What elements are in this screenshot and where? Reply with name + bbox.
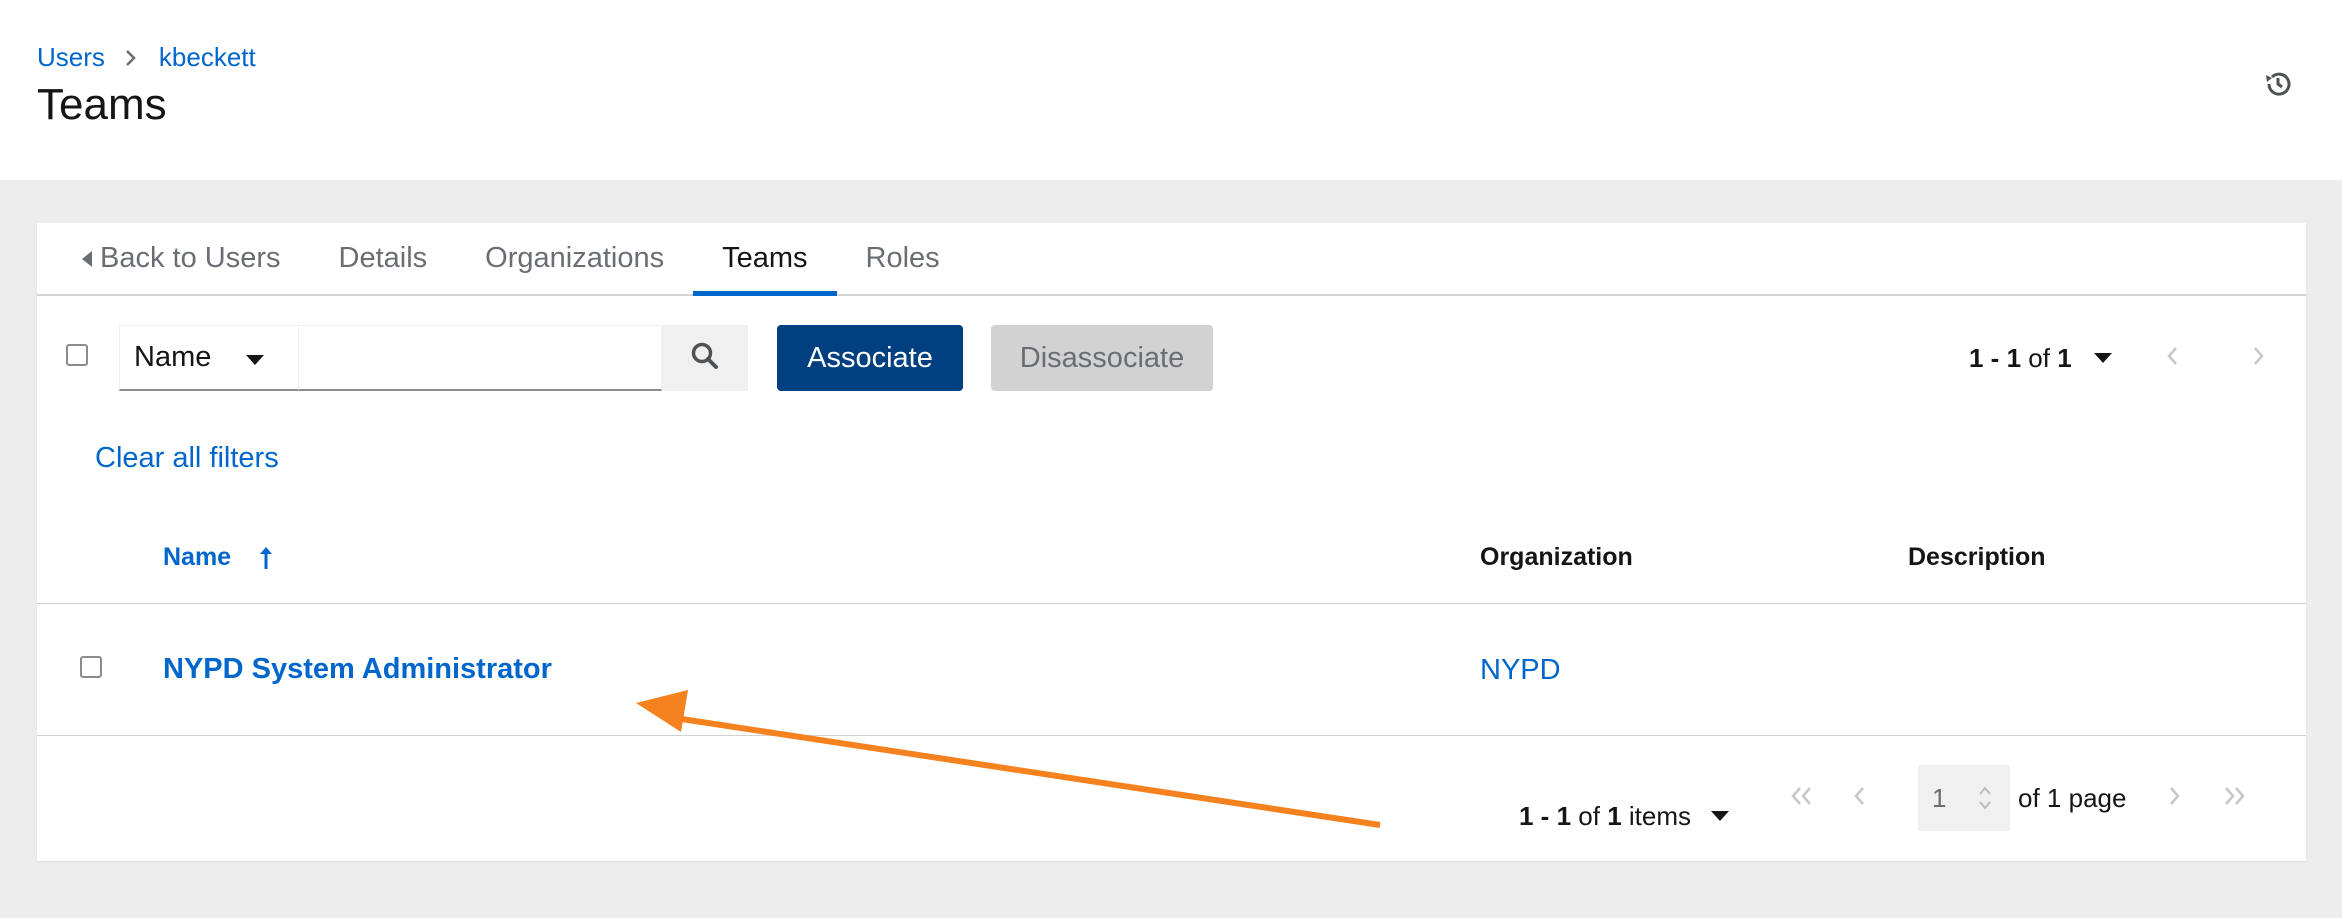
next-page-button[interactable] [2160, 783, 2190, 813]
tab-bar: Back to Users Details Organizations Team… [37, 223, 2306, 296]
breadcrumb-user-link[interactable]: kbeckett [159, 42, 256, 73]
total-pages-label: of 1 page [2018, 783, 2126, 814]
top-prev-page-button[interactable] [2157, 343, 2187, 373]
tab-label: Organizations [485, 242, 665, 274]
angle-left-icon [1852, 785, 1866, 812]
tab-details[interactable]: Details [310, 223, 457, 294]
top-pagination-toggle[interactable]: 1 - 1 of 1 [1969, 325, 2112, 391]
clear-all-filters-link[interactable]: Clear all filters [95, 442, 279, 475]
filter-type-label: Name [134, 341, 212, 373]
total-pages: 1 [2046, 783, 2062, 813]
pager-items: items [1628, 800, 1692, 831]
tab-label: Back to Users [100, 242, 281, 274]
bottom-pagination-toggle[interactable]: 1 - 1 of 1 items [1519, 783, 1730, 849]
angle-right-icon [2168, 785, 2182, 812]
tab-teams[interactable]: Teams [693, 223, 837, 296]
tab-label: Teams [722, 242, 808, 274]
prev-page-button[interactable] [1844, 783, 1874, 813]
last-page-button[interactable] [2219, 783, 2249, 813]
team-organization-link[interactable]: NYPD [1480, 654, 1561, 687]
toolbar: Name Associate Disassociate 1 - 1 of 1 [37, 323, 2306, 391]
page-number-value: 1 [1932, 782, 1947, 813]
page-number-input[interactable]: 1 [1918, 765, 2010, 831]
breadcrumb-users-link[interactable]: Users [37, 42, 105, 73]
search-icon [690, 341, 720, 376]
filter-type-select[interactable]: Name [119, 325, 299, 391]
angle-left-icon [2165, 345, 2179, 372]
tab-roles[interactable]: Roles [837, 223, 969, 294]
column-header-name[interactable]: Name [163, 543, 273, 572]
caret-down-icon [246, 355, 264, 365]
breadcrumb: Users kbeckett [37, 42, 256, 73]
angle-double-right-icon [2221, 785, 2247, 812]
page-title: Teams [37, 80, 167, 129]
page-word: page [2068, 783, 2127, 813]
tab-organizations[interactable]: Organizations [456, 223, 693, 294]
angle-double-left-icon [1789, 785, 1815, 812]
of-pages-prefix: of [2018, 783, 2040, 813]
caret-left-icon [82, 250, 92, 267]
long-arrow-up-icon [259, 545, 273, 571]
angle-right-icon [2252, 345, 2266, 372]
disassociate-button: Disassociate [991, 325, 1213, 391]
column-header-label: Name [163, 543, 232, 571]
history-icon [2263, 69, 2293, 104]
column-header-organization: Organization [1480, 543, 1633, 571]
divider [37, 603, 2306, 604]
pager-range: 1 - 1 [1969, 342, 2022, 373]
tab-label: Roles [865, 242, 940, 274]
pager-of: of [2028, 342, 2050, 373]
associate-button[interactable]: Associate [777, 325, 963, 391]
top-next-page-button[interactable] [2244, 343, 2274, 373]
tab-back-to-users[interactable]: Back to Users [72, 223, 310, 294]
first-page-button[interactable] [1787, 783, 1817, 813]
team-name-link[interactable]: NYPD System Administrator [163, 653, 552, 686]
caret-down-icon [1711, 811, 1730, 821]
column-header-description: Description [1908, 543, 2046, 571]
row-select-checkbox[interactable] [80, 656, 102, 678]
spinner-arrows-icon [1978, 785, 1992, 818]
angle-right-icon [125, 49, 137, 67]
tab-label: Details [338, 242, 428, 274]
search-input[interactable] [299, 325, 662, 391]
select-all-checkbox[interactable] [66, 344, 88, 366]
page-header: Users kbeckett Teams [0, 0, 2342, 180]
divider [37, 735, 2306, 736]
search-button[interactable] [662, 325, 748, 391]
pager-range: 1 - 1 [1519, 800, 1572, 831]
history-button[interactable] [2258, 66, 2298, 106]
pager-total: 1 [1607, 800, 1622, 831]
pager-of: of [1578, 800, 1600, 831]
teams-card: Back to Users Details Organizations Team… [37, 223, 2306, 861]
pager-total: 1 [2057, 342, 2072, 373]
caret-down-icon [2093, 353, 2112, 363]
